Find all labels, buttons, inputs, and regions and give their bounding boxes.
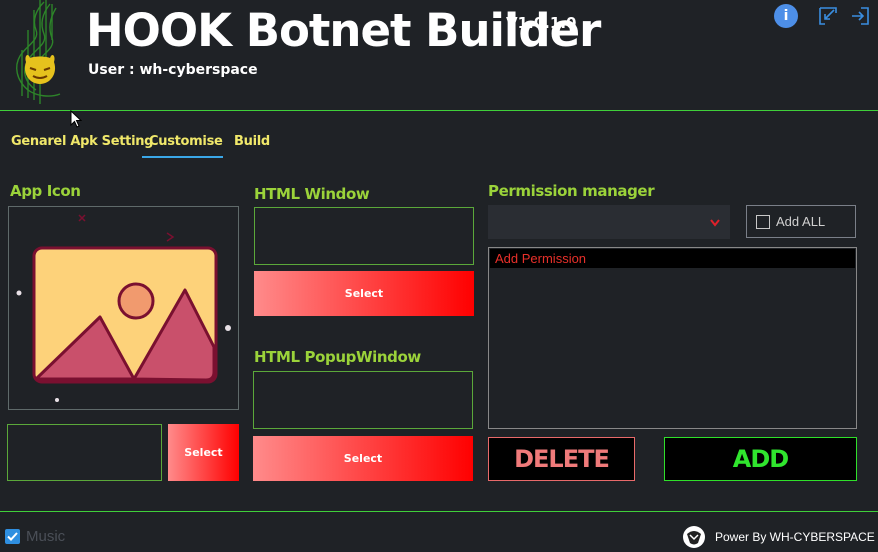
hook-logo <box>16 0 61 104</box>
html-popup-select-button[interactable]: Select <box>253 436 473 481</box>
app-icon-select-button[interactable]: Select <box>168 424 239 481</box>
permission-list[interactable]: Add Permission <box>488 247 857 429</box>
minimize-window-icon[interactable] <box>817 5 839 27</box>
html-window-heading: HTML Window <box>254 185 370 203</box>
app-icon-heading: App Icon <box>10 182 81 200</box>
header-divider <box>0 110 878 111</box>
version-label: V1.0.1.0 <box>506 14 577 32</box>
info-icon[interactable]: i <box>774 4 798 28</box>
add-all-checkbox[interactable]: Add ALL <box>746 205 856 238</box>
html-window-path-field[interactable] <box>254 207 474 265</box>
html-popup-path-field[interactable] <box>253 371 473 429</box>
list-item[interactable]: Add Permission <box>490 249 855 268</box>
exit-icon[interactable] <box>849 5 871 27</box>
tab-general-apk-setting[interactable]: Genarel Apk Setting <box>11 134 154 149</box>
html-popup-heading: HTML PopupWindow <box>254 348 421 366</box>
user-label: User : wh-cyberspace <box>88 62 258 78</box>
checkbox-unchecked-icon <box>756 215 770 229</box>
music-checkbox[interactable] <box>5 529 20 544</box>
delete-button[interactable]: DELETE <box>488 437 635 481</box>
music-label: Music <box>26 528 66 545</box>
shield-logo-icon <box>683 526 705 548</box>
footer-divider <box>0 511 878 512</box>
tab-customise[interactable]: Customise <box>149 134 223 149</box>
power-by-label: Power By WH-CYBERSPACE <box>715 530 875 544</box>
permission-dropdown[interactable] <box>488 205 730 239</box>
tab-build[interactable]: Build <box>234 134 270 149</box>
html-window-select-button[interactable]: Select <box>254 271 474 316</box>
app-icon-path-field[interactable] <box>7 424 162 481</box>
chevron-down-icon <box>710 219 720 227</box>
add-all-label: Add ALL <box>776 214 826 229</box>
app-icon-preview[interactable] <box>8 206 239 410</box>
mouse-cursor-icon <box>70 110 82 128</box>
add-button[interactable]: ADD <box>664 437 857 481</box>
image-placeholder-icon <box>16 214 231 402</box>
checkmark-icon <box>7 532 18 541</box>
permission-heading: Permission manager <box>488 182 655 200</box>
active-tab-indicator <box>142 156 223 158</box>
